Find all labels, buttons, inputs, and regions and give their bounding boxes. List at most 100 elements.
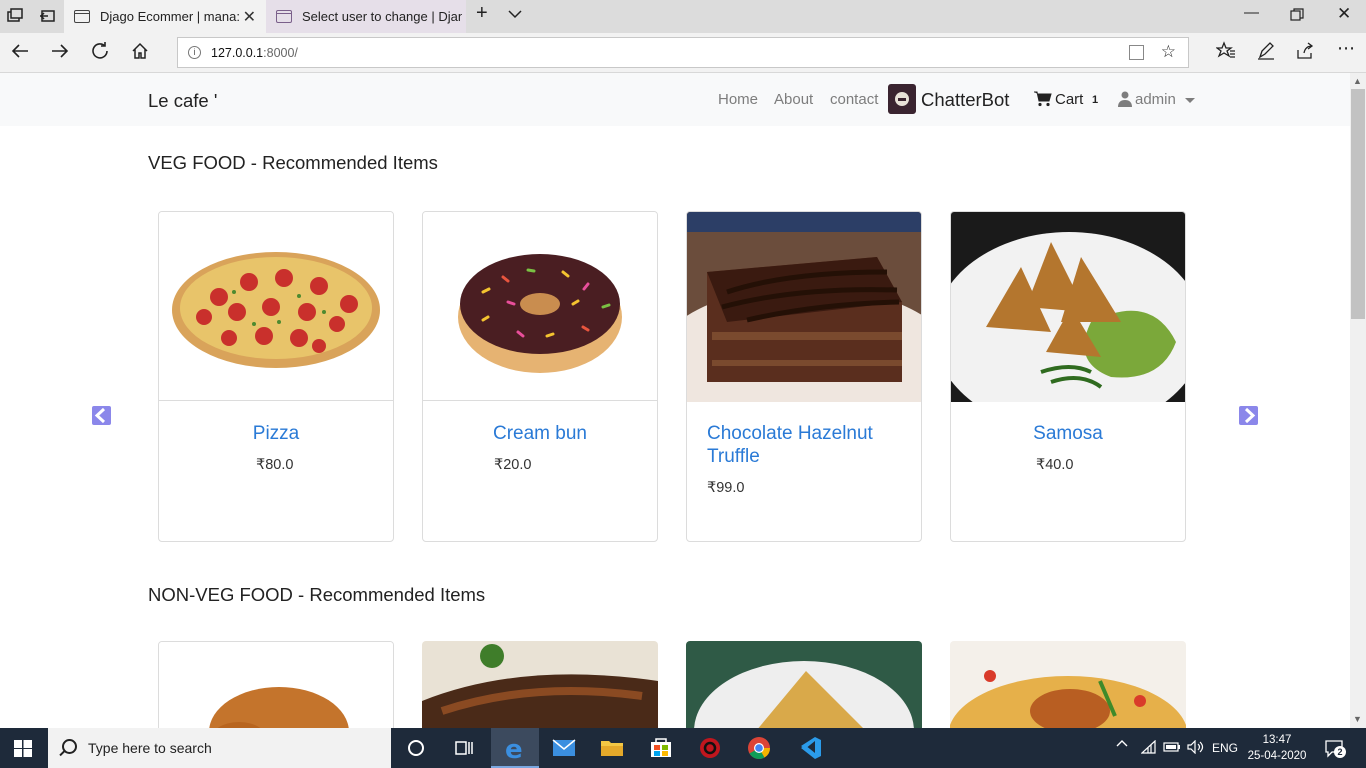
product-image-samosa[interactable] — [951, 212, 1185, 402]
volume-icon[interactable] — [1187, 739, 1205, 757]
cart-link[interactable]: Cart — [1055, 91, 1083, 108]
chatbot-icon[interactable] — [888, 84, 916, 114]
site-navbar: Le cafe ' Home About contact ChatterBot … — [0, 73, 1350, 126]
product-card[interactable]: Chocolate Hazelnut Truffle ₹99.0 — [686, 211, 922, 542]
share-icon[interactable] — [1293, 41, 1317, 66]
product-price: ₹40.0 — [1036, 457, 1074, 473]
notification-count-badge: 2 — [1334, 746, 1346, 758]
scroll-down-icon[interactable]: ▼ — [1353, 714, 1362, 724]
minimize-icon[interactable]: — — [1244, 4, 1259, 21]
product-card[interactable]: Cream bun ₹20.0 — [422, 211, 658, 542]
product-price: ₹20.0 — [494, 457, 532, 473]
product-image[interactable] — [950, 641, 1186, 728]
user-menu[interactable]: admin — [1135, 91, 1176, 108]
taskbar-clock[interactable]: 13:47 25-04-2020 — [1246, 732, 1308, 764]
wifi-icon[interactable] — [1140, 739, 1157, 757]
product-price: ₹99.0 — [707, 480, 745, 496]
tab-select-user[interactable]: Select user to change | Djan — [266, 0, 466, 33]
store-icon[interactable] — [637, 728, 685, 768]
cart-icon[interactable] — [1034, 91, 1052, 107]
search-icon — [62, 739, 77, 754]
clock-time: 13:47 — [1262, 734, 1292, 746]
tab-manager-icon[interactable] — [6, 7, 24, 25]
app-red-icon[interactable] — [686, 728, 734, 768]
page-icon — [74, 10, 90, 23]
url-port: :8000/ — [263, 45, 298, 60]
product-image-pizza[interactable] — [159, 212, 393, 401]
restore-icon[interactable] — [1290, 8, 1304, 26]
back-icon[interactable] — [8, 41, 32, 67]
product-name[interactable]: Cream bun — [423, 422, 657, 445]
product-name[interactable]: Samosa — [951, 422, 1185, 445]
site-info-icon[interactable]: i — [188, 46, 201, 59]
close-tab-icon[interactable]: ✕ — [243, 7, 256, 27]
notification-center-icon[interactable]: 2 — [1324, 738, 1346, 758]
cortana-icon[interactable] — [392, 728, 440, 768]
chevron-down-icon[interactable] — [508, 6, 522, 23]
search-placeholder: Type here to search — [88, 740, 212, 756]
browser-tab-bar: Djago Ecommer | mana: ✕ Select user to c… — [0, 0, 1366, 33]
chatbot-link[interactable]: ChatterBot — [921, 89, 1009, 111]
nav-link-contact[interactable]: contact — [830, 91, 878, 108]
scroll-up-icon[interactable]: ▲ — [1353, 76, 1362, 86]
home-icon[interactable] — [128, 41, 152, 67]
close-window-icon[interactable]: ✕ — [1337, 4, 1351, 24]
file-explorer-icon[interactable] — [588, 728, 636, 768]
edge-browser-icon[interactable]: e — [491, 728, 539, 768]
scrollbar-thumb[interactable] — [1351, 89, 1365, 319]
product-card[interactable] — [686, 641, 922, 728]
windows-taskbar: Type here to search e ENG 13:47 25-04-20… — [0, 728, 1366, 768]
taskbar-search-input[interactable]: Type here to search — [48, 728, 391, 768]
section-title-non-veg: NON-VEG FOOD - Recommended Items — [148, 584, 486, 605]
product-image[interactable] — [159, 642, 393, 728]
page-icon — [276, 10, 292, 23]
nav-link-about[interactable]: About — [774, 91, 813, 108]
product-price: ₹80.0 — [256, 457, 294, 473]
vscode-icon[interactable] — [785, 728, 833, 768]
language-indicator[interactable]: ENG — [1212, 741, 1238, 755]
product-image-chocolate-truffle[interactable] — [687, 212, 921, 402]
site-brand[interactable]: Le cafe ' — [148, 90, 217, 112]
new-tab-icon[interactable]: + — [476, 2, 488, 25]
browser-address-bar: i 127.0.0.1:8000/ ☆ ⋯ — [0, 33, 1366, 73]
chrome-icon[interactable] — [735, 728, 783, 768]
url-host: 127.0.0.1 — [211, 45, 264, 60]
svg-text:e: e — [505, 735, 523, 765]
refresh-icon[interactable] — [88, 41, 112, 67]
cart-count-badge: 1 — [1092, 94, 1099, 106]
nav-link-home[interactable]: Home — [718, 91, 758, 108]
pen-icon[interactable] — [1254, 41, 1278, 66]
product-card[interactable] — [950, 641, 1186, 728]
windows-start-icon[interactable] — [14, 740, 32, 757]
tab-title: Djago Ecommer | mana: — [100, 9, 240, 24]
favorite-star-icon[interactable]: ☆ — [1161, 42, 1176, 62]
battery-icon[interactable] — [1163, 741, 1181, 756]
product-image[interactable] — [686, 641, 922, 728]
favorites-icon[interactable] — [1214, 41, 1238, 66]
carousel-next-icon[interactable] — [1239, 406, 1258, 425]
forward-icon[interactable] — [48, 41, 72, 67]
product-image-cream-bun[interactable] — [423, 212, 657, 401]
url-input[interactable]: i 127.0.0.1:8000/ ☆ — [177, 37, 1189, 68]
clock-date: 25-04-2020 — [1247, 750, 1307, 762]
set-aside-tabs-icon[interactable] — [39, 7, 57, 25]
dropdown-caret-icon[interactable] — [1185, 98, 1195, 103]
tab-title: Select user to change | Djan — [302, 9, 462, 24]
web-page: Le cafe ' Home About contact ChatterBot … — [0, 73, 1350, 728]
product-card[interactable]: Pizza ₹80.0 — [158, 211, 394, 542]
product-image[interactable] — [422, 641, 658, 728]
reading-view-icon[interactable] — [1129, 45, 1144, 60]
product-name[interactable]: Pizza — [159, 422, 393, 445]
product-card[interactable] — [422, 641, 658, 728]
more-icon[interactable]: ⋯ — [1334, 38, 1358, 59]
page-scrollbar[interactable]: ▲ ▼ — [1350, 73, 1366, 728]
tab-django-ecommerce[interactable]: Djago Ecommer | mana: ✕ — [64, 0, 266, 33]
carousel-prev-icon[interactable] — [92, 406, 111, 425]
tray-expand-icon[interactable] — [1116, 738, 1128, 753]
user-icon — [1118, 91, 1132, 107]
task-view-icon[interactable] — [440, 728, 488, 768]
product-card[interactable] — [158, 641, 394, 728]
product-name[interactable]: Chocolate Hazelnut Truffle — [687, 422, 921, 468]
product-card[interactable]: Samosa ₹40.0 — [950, 211, 1186, 542]
mail-icon[interactable] — [540, 728, 588, 768]
